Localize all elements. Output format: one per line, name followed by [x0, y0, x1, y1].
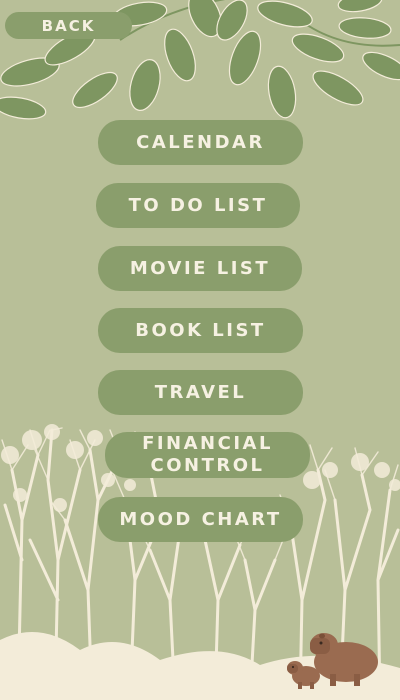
todo-list-button[interactable]: TO DO LIST [96, 183, 300, 228]
calendar-button-label: CALENDAR [136, 131, 265, 153]
todo-list-button-label: TO DO LIST [128, 194, 268, 216]
financial-control-button[interactable]: FINANCIAL CONTROL [105, 432, 310, 478]
mood-chart-button-label: MOOD CHART [119, 508, 282, 530]
app-screen: BACK CALENDAR TO DO LIST MOVIE LIST BOOK… [0, 0, 400, 700]
travel-button-label: TRAVEL [154, 381, 247, 403]
back-button[interactable]: BACK [5, 12, 132, 39]
mood-chart-button[interactable]: MOOD CHART [98, 497, 303, 542]
book-list-button[interactable]: BOOK LIST [98, 308, 303, 353]
calendar-button[interactable]: CALENDAR [98, 120, 303, 165]
book-list-button-label: BOOK LIST [135, 319, 266, 341]
movie-list-button[interactable]: MOVIE LIST [98, 246, 302, 291]
travel-button[interactable]: TRAVEL [98, 370, 303, 415]
movie-list-button-label: MOVIE LIST [129, 257, 271, 279]
financial-control-button-label: FINANCIAL CONTROL [142, 433, 273, 476]
